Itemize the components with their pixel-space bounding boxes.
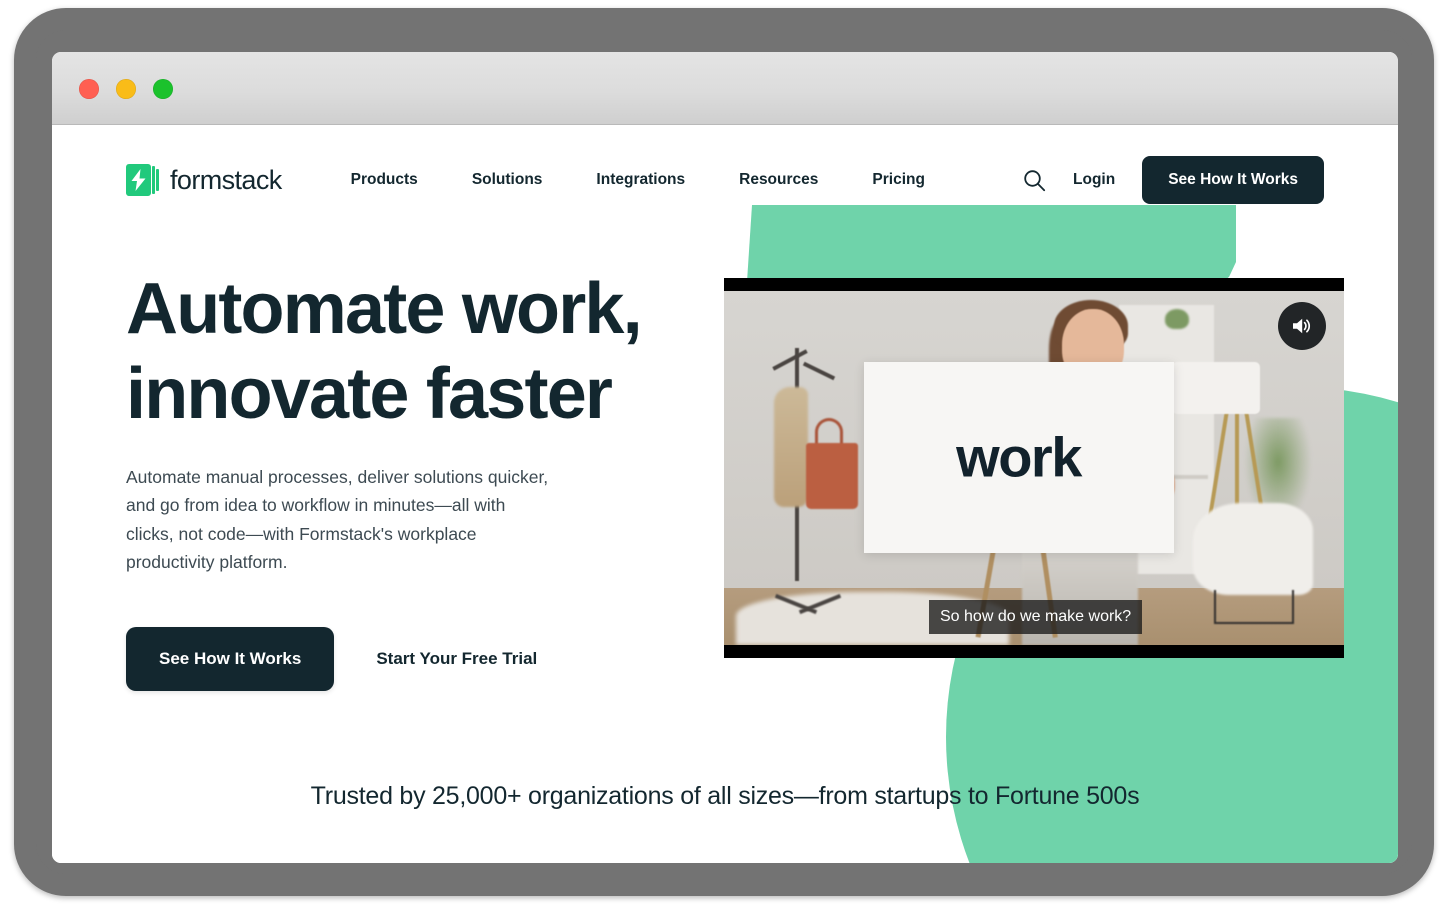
scene-chair: [1193, 503, 1313, 596]
sign-word: work: [956, 425, 1082, 489]
scene-sign-board: work: [863, 361, 1174, 553]
browser-titlebar: [52, 52, 1398, 125]
page-content: formstack Products Solutions Integration…: [52, 125, 1398, 863]
nav-item-products[interactable]: Products: [333, 165, 436, 195]
nav-item-resources[interactable]: Resources: [721, 165, 836, 195]
header-cta-button[interactable]: See How It Works: [1142, 156, 1324, 204]
scene-plant-small: [1165, 308, 1189, 329]
hero-title: Automate work, innovate faster: [126, 267, 724, 437]
video-caption: So how do we make work?: [929, 600, 1143, 634]
close-window-button[interactable]: [79, 79, 99, 99]
trusted-by-text: Trusted by 25,000+ organizations of all …: [310, 782, 1140, 810]
brand-logo[interactable]: formstack: [126, 164, 282, 196]
scene-coat: [773, 386, 808, 507]
traffic-lights: [79, 79, 173, 99]
scene-chair-legs: [1214, 589, 1295, 624]
unmute-button[interactable]: [1278, 302, 1326, 350]
lightning-bolt-glyph: [131, 169, 146, 191]
site-header: formstack Products Solutions Integration…: [52, 125, 1398, 235]
login-link[interactable]: Login: [1073, 171, 1115, 189]
primary-navigation: Products Solutions Integrations Resource…: [324, 165, 952, 195]
see-how-it-works-button[interactable]: See How It Works: [126, 626, 335, 691]
header-actions: Login See How It Works: [1017, 156, 1324, 204]
scene-bag: [805, 443, 858, 510]
start-free-trial-button[interactable]: Start Your Free Trial: [376, 649, 537, 669]
brand-name: formstack: [170, 164, 282, 195]
search-icon: [1023, 169, 1045, 191]
formstack-bolt-icon: [126, 164, 159, 196]
hero-cta-group: See How It Works Start Your Free Trial: [126, 626, 724, 691]
minimize-window-button[interactable]: [116, 79, 136, 99]
nav-item-pricing[interactable]: Pricing: [854, 165, 943, 195]
search-button[interactable]: [1017, 163, 1051, 197]
hero-title-line-1: Automate work,: [126, 269, 643, 349]
hero-title-line-2: innovate faster: [126, 353, 613, 434]
hero-video-player[interactable]: work So how do we make work?: [724, 278, 1344, 658]
speaker-on-icon: [1293, 318, 1311, 334]
browser-window: formstack Products Solutions Integration…: [52, 52, 1398, 863]
nav-item-integrations[interactable]: Integrations: [578, 165, 703, 195]
zoom-window-button[interactable]: [153, 79, 173, 99]
hero-subtitle: Automate manual processes, deliver solut…: [126, 466, 549, 573]
nav-item-solutions[interactable]: Solutions: [454, 165, 561, 195]
video-scene: work: [724, 291, 1344, 645]
scene-lamp-shade: [1172, 361, 1261, 414]
